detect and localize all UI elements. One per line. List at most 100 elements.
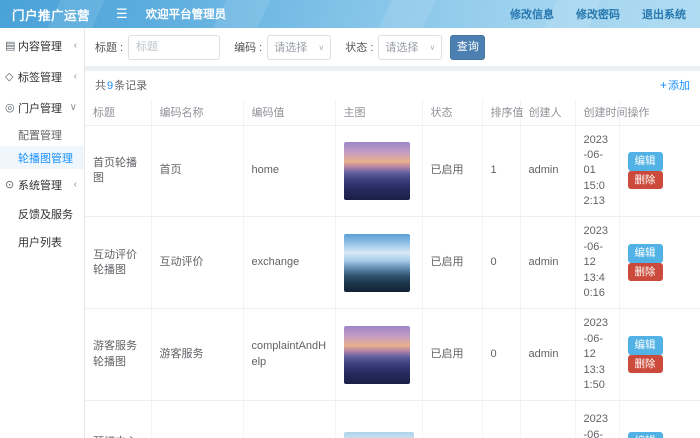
cell-code-name: 游客服务 xyxy=(151,309,243,401)
cell-ops: 编辑删除 xyxy=(619,125,700,217)
code-filter-select[interactable]: 请选择 ∨ xyxy=(267,35,331,60)
content-icon: ▤ xyxy=(5,39,18,52)
cell-creator: admin xyxy=(520,125,575,217)
sidebar-item-portal-mgmt[interactable]: ◎ 门户管理 ∨ xyxy=(0,92,84,123)
topbar-links: 修改信息 修改密码 退出系统 xyxy=(510,6,700,22)
edit-button[interactable]: 编辑 xyxy=(628,152,663,171)
cell-ops: 编辑删除 xyxy=(619,217,700,309)
title-filter-label: 标题 : xyxy=(95,39,123,55)
sidebar-item-feedback[interactable]: 反馈及服务 xyxy=(0,200,84,228)
status-filter-select[interactable]: 请选择 ∨ xyxy=(378,35,442,60)
sidebar-item-label: 门户管理 xyxy=(18,100,70,116)
sidebar-item-label: 配置管理 xyxy=(18,127,62,143)
chevron-down-icon: ∨ xyxy=(318,43,324,52)
cell-sort: 0 xyxy=(482,217,520,309)
sidebar-item-label: 用户列表 xyxy=(18,234,62,250)
cell-created: 2023-06-01 15:02:13 xyxy=(575,125,619,217)
plus-icon: + xyxy=(660,78,667,92)
chevron-collapsed-icon: ‹ xyxy=(74,179,79,190)
cell-status: 已启用 xyxy=(422,217,482,309)
sidebar-item-user-list[interactable]: 用户列表 xyxy=(0,228,84,256)
search-button[interactable]: 查询 xyxy=(450,35,485,60)
cell-status: 已启用 xyxy=(422,309,482,401)
cell-sort: 0 xyxy=(482,401,520,438)
record-count: 共9条记录 xyxy=(95,77,147,93)
cell-sort: 1 xyxy=(482,125,520,217)
cell-code-name: 首页 xyxy=(151,125,243,217)
tag-icon: ◇ xyxy=(5,70,18,83)
cell-title: 游客服务轮播图 xyxy=(85,309,151,401)
modify-info-link[interactable]: 修改信息 xyxy=(510,6,554,22)
sidebar-item-config-mgmt[interactable]: 配置管理 xyxy=(0,123,84,146)
chevron-expanded-icon: ∨ xyxy=(70,102,79,113)
carousel-thumbnail[interactable] xyxy=(344,326,410,384)
delete-button[interactable]: 删除 xyxy=(628,263,663,282)
table-row: 游客服务轮播图 游客服务 complaintAndHelp 已启用 0 admi… xyxy=(85,309,700,401)
carousel-thumbnail[interactable] xyxy=(344,432,414,438)
cell-ops: 编辑删除 xyxy=(619,401,700,438)
edit-button[interactable]: 编辑 xyxy=(628,244,663,263)
column-header-creator: 创建人 xyxy=(520,99,575,125)
records-bar: 共9条记录 +添加 xyxy=(85,71,700,99)
carousel-thumbnail[interactable] xyxy=(344,142,410,200)
cell-created: 2023-06-12 13:40:16 xyxy=(575,217,619,309)
code-filter-label: 编码 : xyxy=(234,39,262,55)
table-row: 首页轮播图 首页 home 已启用 1 admin 2023-06-01 15:… xyxy=(85,125,700,217)
column-header-status: 状态 xyxy=(422,99,482,125)
sidebar-item-label: 内容管理 xyxy=(18,38,74,54)
system-icon: ⊙ xyxy=(5,178,18,191)
delete-button[interactable]: 删除 xyxy=(628,355,663,374)
column-header-ops: 操作 xyxy=(619,99,700,125)
cell-code-value: reserve xyxy=(243,401,335,438)
select-value: 请选择 xyxy=(385,39,418,55)
add-button[interactable]: +添加 xyxy=(660,77,690,93)
column-header-code-name: 编码名称 xyxy=(151,99,243,125)
column-header-sort: 排序值 xyxy=(482,99,520,125)
filter-bar: 标题 : 编码 : 请选择 ∨ 状态 : 请选择 ∨ 查询 xyxy=(85,28,700,66)
cell-status: 已启用 xyxy=(422,401,482,438)
chevron-collapsed-icon: ‹ xyxy=(74,40,79,51)
sidebar-item-label: 系统管理 xyxy=(18,177,74,193)
edit-button[interactable]: 编辑 xyxy=(628,432,663,438)
sidebar-item-carousel-mgmt[interactable]: 轮播图管理 xyxy=(0,146,84,169)
cell-title: 预订中心轮播图 xyxy=(85,401,151,438)
sidebar-item-label: 反馈及服务 xyxy=(18,206,73,222)
title-filter-input[interactable] xyxy=(128,35,220,60)
cell-code-name: 互动评价 xyxy=(151,217,243,309)
app-title: 门户推广运营 xyxy=(0,5,106,24)
delete-button[interactable]: 删除 xyxy=(628,171,663,190)
cell-title: 首页轮播图 xyxy=(85,125,151,217)
sidebar-item-tag-mgmt[interactable]: ◇ 标签管理 ‹ xyxy=(0,61,84,92)
select-value: 请选择 xyxy=(274,39,307,55)
cell-code-value: complaintAndHelp xyxy=(243,309,335,401)
cell-creator: admin xyxy=(520,309,575,401)
welcome-text: 欢迎平台管理员 xyxy=(146,6,227,22)
cell-sort: 0 xyxy=(482,309,520,401)
carousel-thumbnail[interactable] xyxy=(344,234,410,292)
cell-ops: 编辑删除 xyxy=(619,309,700,401)
table-row: 互动评价轮播图 互动评价 exchange 已启用 0 admin 2023-0… xyxy=(85,217,700,309)
column-header-created: 创建时间 xyxy=(575,99,619,125)
sidebar-item-label: 轮播图管理 xyxy=(18,150,73,166)
sidebar-item-content-mgmt[interactable]: ▤ 内容管理 ‹ xyxy=(0,30,84,61)
records-panel: 共9条记录 +添加 标题 编码名称 编码值 主图 状态 排序值 创建人 创建时间… xyxy=(85,71,700,438)
column-header-code-value: 编码值 xyxy=(243,99,335,125)
modify-password-link[interactable]: 修改密码 xyxy=(576,6,620,22)
logout-link[interactable]: 退出系统 xyxy=(642,6,686,22)
cell-code-name: 预定中心 xyxy=(151,401,243,438)
sidebar-item-system-mgmt[interactable]: ⊙ 系统管理 ‹ xyxy=(0,169,84,200)
edit-button[interactable]: 编辑 xyxy=(628,336,663,355)
table-row: 预订中心轮播图 预定中心 reserve 已启用 0 admin 2023-06… xyxy=(85,401,700,438)
portal-icon: ◎ xyxy=(5,101,18,114)
sidebar-item-label: 标签管理 xyxy=(18,69,74,85)
record-count-number: 9 xyxy=(106,80,114,92)
menu-toggle-icon[interactable]: ☰ xyxy=(106,6,138,22)
cell-created: 2023-06-12 10:35:13 xyxy=(575,401,619,438)
cell-creator: admin xyxy=(520,217,575,309)
column-header-main-image: 主图 xyxy=(335,99,422,125)
cell-creator: admin xyxy=(520,401,575,438)
status-filter-label: 状态 : xyxy=(345,39,373,55)
top-bar: 门户推广运营 ☰ 欢迎平台管理员 修改信息 修改密码 退出系统 xyxy=(0,0,700,28)
cell-title: 互动评价轮播图 xyxy=(85,217,151,309)
cell-code-value: exchange xyxy=(243,217,335,309)
